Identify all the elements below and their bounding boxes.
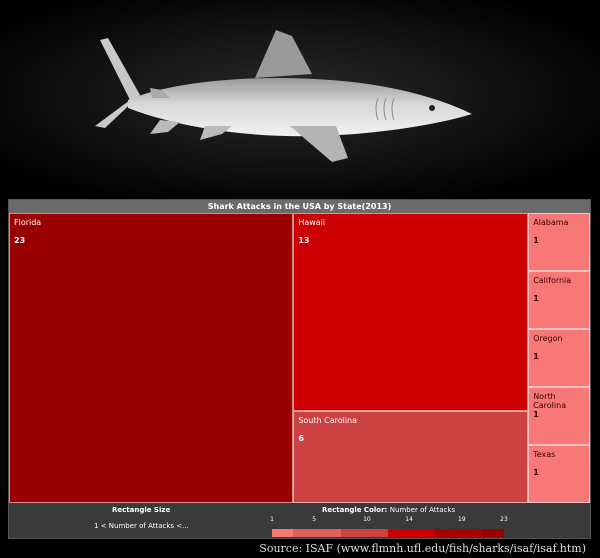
color-scale-swatch — [293, 529, 341, 537]
treemap-area: Florida 23 Hawaii 13 South Carolina 6 Alabama 1… — [9, 213, 590, 503]
color-scale-swatch — [388, 529, 436, 537]
tile-value: 1 — [533, 468, 539, 477]
treemap-tile-alabama[interactable]: Alabama 1 — [528, 213, 590, 271]
color-scale-tick: 1 — [270, 516, 274, 523]
tile-label: Oregon — [533, 334, 563, 343]
size-legend-title: Rectangle Size — [112, 506, 171, 514]
tile-label: Alabama — [533, 218, 569, 227]
shark-illustration — [0, 0, 600, 200]
treemap-tile-south-carolina[interactable]: South Carolina 6 — [293, 411, 529, 503]
tile-value: 1 — [533, 294, 539, 303]
source-credit: Source: ISAF (www.flmnh.ufl.edu/fish/sha… — [259, 542, 586, 555]
color-scale-tick: 5 — [312, 516, 317, 523]
color-legend-title: Rectangle Color: Number of Attacks — [322, 506, 455, 514]
color-legend-heading: Rectangle Color: — [322, 506, 388, 514]
color-scale-tick: 19 — [457, 516, 466, 523]
tile-value: 1 — [533, 352, 539, 361]
color-scale-swatch — [340, 529, 388, 537]
chart-title: Shark Attacks in the USA by State(2013) — [9, 200, 590, 213]
treemap-chart: Shark Attacks in the USA by State(2013) … — [8, 199, 591, 539]
tile-value: 23 — [14, 236, 26, 245]
tile-label: California — [533, 276, 572, 285]
tile-value: 1 — [533, 236, 539, 245]
color-scale-tick: 14 — [405, 516, 413, 523]
tile-label: Hawaii — [298, 218, 326, 227]
tile-label: South Carolina — [298, 416, 358, 426]
color-scale-tick: 23 — [500, 516, 508, 523]
tile-label: North Carolina — [533, 392, 567, 410]
tile-value: 13 — [298, 236, 310, 245]
color-legend-measure: Number of Attacks — [389, 506, 456, 514]
treemap-tile-california[interactable]: California 1 — [528, 271, 590, 329]
treemap-tile-hawaii[interactable]: Hawaii 13 — [293, 213, 529, 412]
treemap-tile-oregon[interactable]: Oregon 1 — [528, 329, 590, 387]
tile-label: Florida — [14, 218, 42, 227]
tile-value: 1 — [533, 410, 539, 419]
color-scale-swatch — [482, 529, 504, 537]
tile-label: Texas — [533, 450, 556, 459]
chart-legend: Rectangle Size 1 < Number of Attacks <..… — [9, 503, 590, 538]
treemap-tile-florida[interactable]: Florida 23 — [9, 213, 294, 503]
size-legend-description: 1 < Number of Attacks <... — [94, 522, 189, 530]
color-scale-swatch — [272, 529, 294, 537]
shark-photo — [0, 0, 600, 200]
treemap-tile-texas[interactable]: Texas 1 — [528, 445, 590, 503]
color-scale-swatch — [435, 529, 483, 537]
treemap-tile-north-carolina[interactable]: North Carolina 1 — [528, 387, 590, 445]
color-scale-tick: 10 — [363, 516, 371, 523]
tile-value: 6 — [298, 434, 304, 444]
